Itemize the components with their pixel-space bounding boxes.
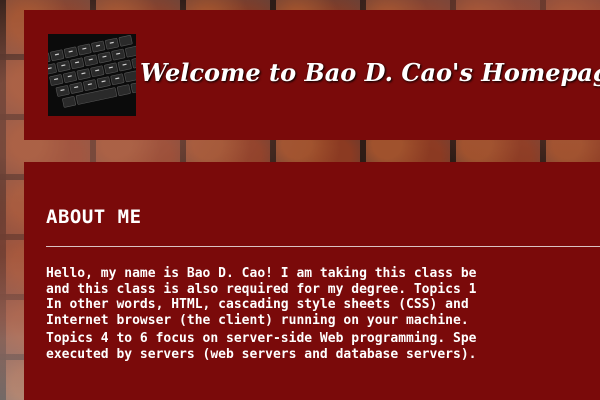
paragraph-line: executed by servers (web servers and dat… <box>46 346 477 362</box>
keyboard-icon <box>48 34 136 116</box>
about-me-section: ABOUT ME Hello, my name is Bao D. Cao! I… <box>24 162 600 400</box>
header-banner: Welcome to Bao D. Cao's Homepage <box>24 10 600 140</box>
page-title: Welcome to Bao D. Cao's Homepage <box>140 58 600 87</box>
section-divider <box>46 246 600 247</box>
paragraph-line: Topics 4 to 6 focus on server-side Web p… <box>46 331 477 346</box>
paragraph-line: Internet browser (the client) running on… <box>46 312 469 328</box>
about-paragraph-1: Hello, my name is Bao D. Cao! I am takin… <box>46 266 600 328</box>
about-heading: ABOUT ME <box>46 206 142 228</box>
about-paragraph-2: Topics 4 to 6 focus on server-side Web p… <box>46 331 600 362</box>
paragraph-line: In other words, HTML, cascading style sh… <box>46 297 469 312</box>
paragraph-line: and this class is also required for my d… <box>46 281 477 297</box>
paragraph-line: Hello, my name is Bao D. Cao! I am takin… <box>46 266 477 281</box>
